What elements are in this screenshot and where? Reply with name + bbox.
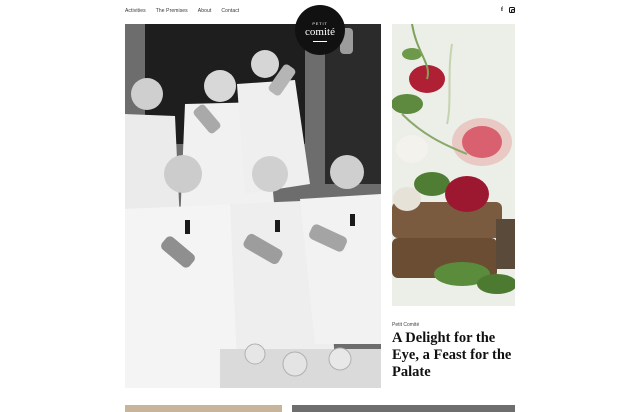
nav-link-activities[interactable]: Activities	[125, 8, 146, 14]
logo-rule	[313, 40, 327, 42]
site-logo[interactable]: PETIT comité	[295, 5, 345, 55]
nav-link-contact[interactable]: Contact	[221, 8, 239, 14]
food-photo[interactable]	[392, 24, 515, 306]
nav-link-the-premises[interactable]: The Premises	[156, 8, 188, 14]
logo-comite: comité	[305, 25, 335, 38]
main-nav: Activities The Premises About Contact	[125, 8, 239, 14]
article-category[interactable]: Petit Comité	[392, 322, 419, 328]
food-illustration	[392, 24, 515, 306]
next-card-image-right[interactable]	[292, 405, 515, 412]
facebook-icon[interactable]: f	[499, 7, 505, 13]
article-title[interactable]: A Delight for the Eye, a Feast for the P…	[392, 330, 522, 381]
nav-link-about[interactable]: About	[198, 8, 212, 14]
instagram-icon[interactable]	[509, 7, 515, 13]
bartenders-photo[interactable]	[125, 24, 381, 388]
next-card-image-left[interactable]	[125, 405, 282, 412]
bartenders-illustration	[125, 24, 381, 388]
social-links: f	[499, 7, 515, 13]
logo-petit: PETIT	[312, 20, 328, 26]
